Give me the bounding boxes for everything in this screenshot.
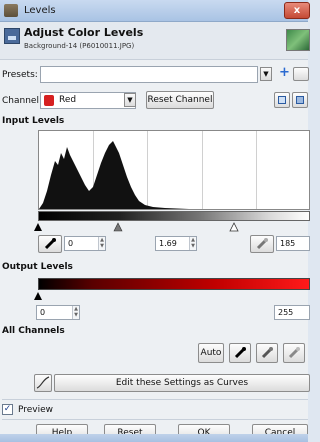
output-low-spinner[interactable]: 0 ▲ ▼ (36, 305, 80, 320)
image-name: Background-14 (P6010011.JPG) (24, 42, 135, 50)
presets-combo[interactable] (40, 66, 258, 83)
input-level-handles[interactable] (34, 222, 314, 232)
eyedropper-white-icon (256, 238, 268, 250)
window-bottom-frame (0, 434, 308, 442)
output-low-value: 0 (40, 308, 46, 317)
curve-glyph (36, 376, 50, 389)
divider (2, 399, 308, 400)
input-levels-heading: Input Levels (2, 116, 65, 126)
channel-combo[interactable]: Red (40, 92, 136, 109)
eyedropper-white-icon (288, 347, 300, 359)
black-point-picker-button[interactable] (38, 235, 62, 253)
input-high-spinner[interactable]: 185 (276, 236, 310, 251)
output-gradient (38, 278, 310, 290)
output-low-handle[interactable] (34, 292, 42, 300)
output-level-handles[interactable] (34, 291, 314, 301)
input-gamma-spinner[interactable]: 1.69 ▲ ▼ (155, 236, 197, 251)
input-gamma-value: 1.69 (159, 239, 177, 248)
close-button[interactable]: x (284, 2, 310, 19)
input-high-handle[interactable] (229, 222, 239, 232)
reset-channel-button[interactable]: Reset Channel (146, 91, 214, 109)
image-thumbnail (286, 29, 310, 51)
divider (2, 419, 308, 420)
curves-tool-icon[interactable] (34, 374, 52, 392)
output-levels-heading: Output Levels (2, 262, 73, 272)
levels-tool-icon (4, 28, 20, 44)
output-high-spinner[interactable]: 255 (274, 305, 310, 320)
all-channels-heading: All Channels (2, 326, 65, 336)
edit-as-curves-button[interactable]: Edit these Settings as Curves (54, 374, 310, 392)
all-gray-picker-button[interactable] (256, 343, 278, 363)
input-gamma-handle[interactable] (113, 222, 123, 232)
channel-value: Red (59, 95, 77, 105)
histogram-plot (39, 141, 189, 209)
input-low-handle[interactable] (34, 223, 42, 231)
window-titlebar: Levels x (0, 0, 310, 22)
eyedropper-black-icon (234, 347, 246, 359)
preset-menu-icon[interactable] (293, 67, 309, 81)
red-channel-icon (44, 95, 54, 106)
channel-label: Channel: (2, 96, 42, 106)
linear-histogram-icon[interactable] (274, 92, 290, 108)
channel-dropdown-icon[interactable]: ▼ (124, 93, 136, 107)
dialog-header: Adjust Color Levels Background-14 (P6010… (0, 22, 310, 60)
input-low-value: 0 (68, 239, 74, 248)
log-histogram-icon[interactable] (292, 92, 308, 108)
histogram (38, 130, 310, 210)
levels-app-icon (4, 4, 18, 17)
histogram-shape (39, 141, 189, 209)
input-low-spinner[interactable]: 0 ▲ ▼ (64, 236, 106, 251)
window-title: Levels (24, 5, 56, 16)
presets-label: Presets: (2, 70, 38, 80)
output-high-value: 255 (278, 308, 294, 317)
spinner-arrows-icon[interactable]: ▲ ▼ (189, 237, 196, 250)
spinner-arrows-icon[interactable]: ▲ ▼ (98, 237, 105, 250)
all-white-picker-button[interactable] (283, 343, 305, 363)
dialog-body: Adjust Color Levels Background-14 (P6010… (0, 22, 310, 442)
dialog-title: Adjust Color Levels (24, 26, 144, 39)
white-point-picker-button[interactable] (250, 235, 274, 253)
all-black-picker-button[interactable] (229, 343, 251, 363)
preview-label: Preview (18, 405, 54, 415)
spinner-arrows-icon[interactable]: ▲ ▼ (72, 306, 79, 319)
presets-dropdown-icon[interactable]: ▼ (260, 67, 272, 81)
auto-button[interactable]: Auto (198, 343, 224, 363)
preview-checkbox[interactable]: ✓ (2, 404, 13, 415)
add-preset-icon[interactable]: + (279, 65, 290, 80)
input-high-value: 185 (280, 239, 296, 248)
input-gradient (38, 211, 310, 221)
eyedropper-black-icon (44, 238, 56, 250)
eyedropper-gray-icon (261, 347, 273, 359)
